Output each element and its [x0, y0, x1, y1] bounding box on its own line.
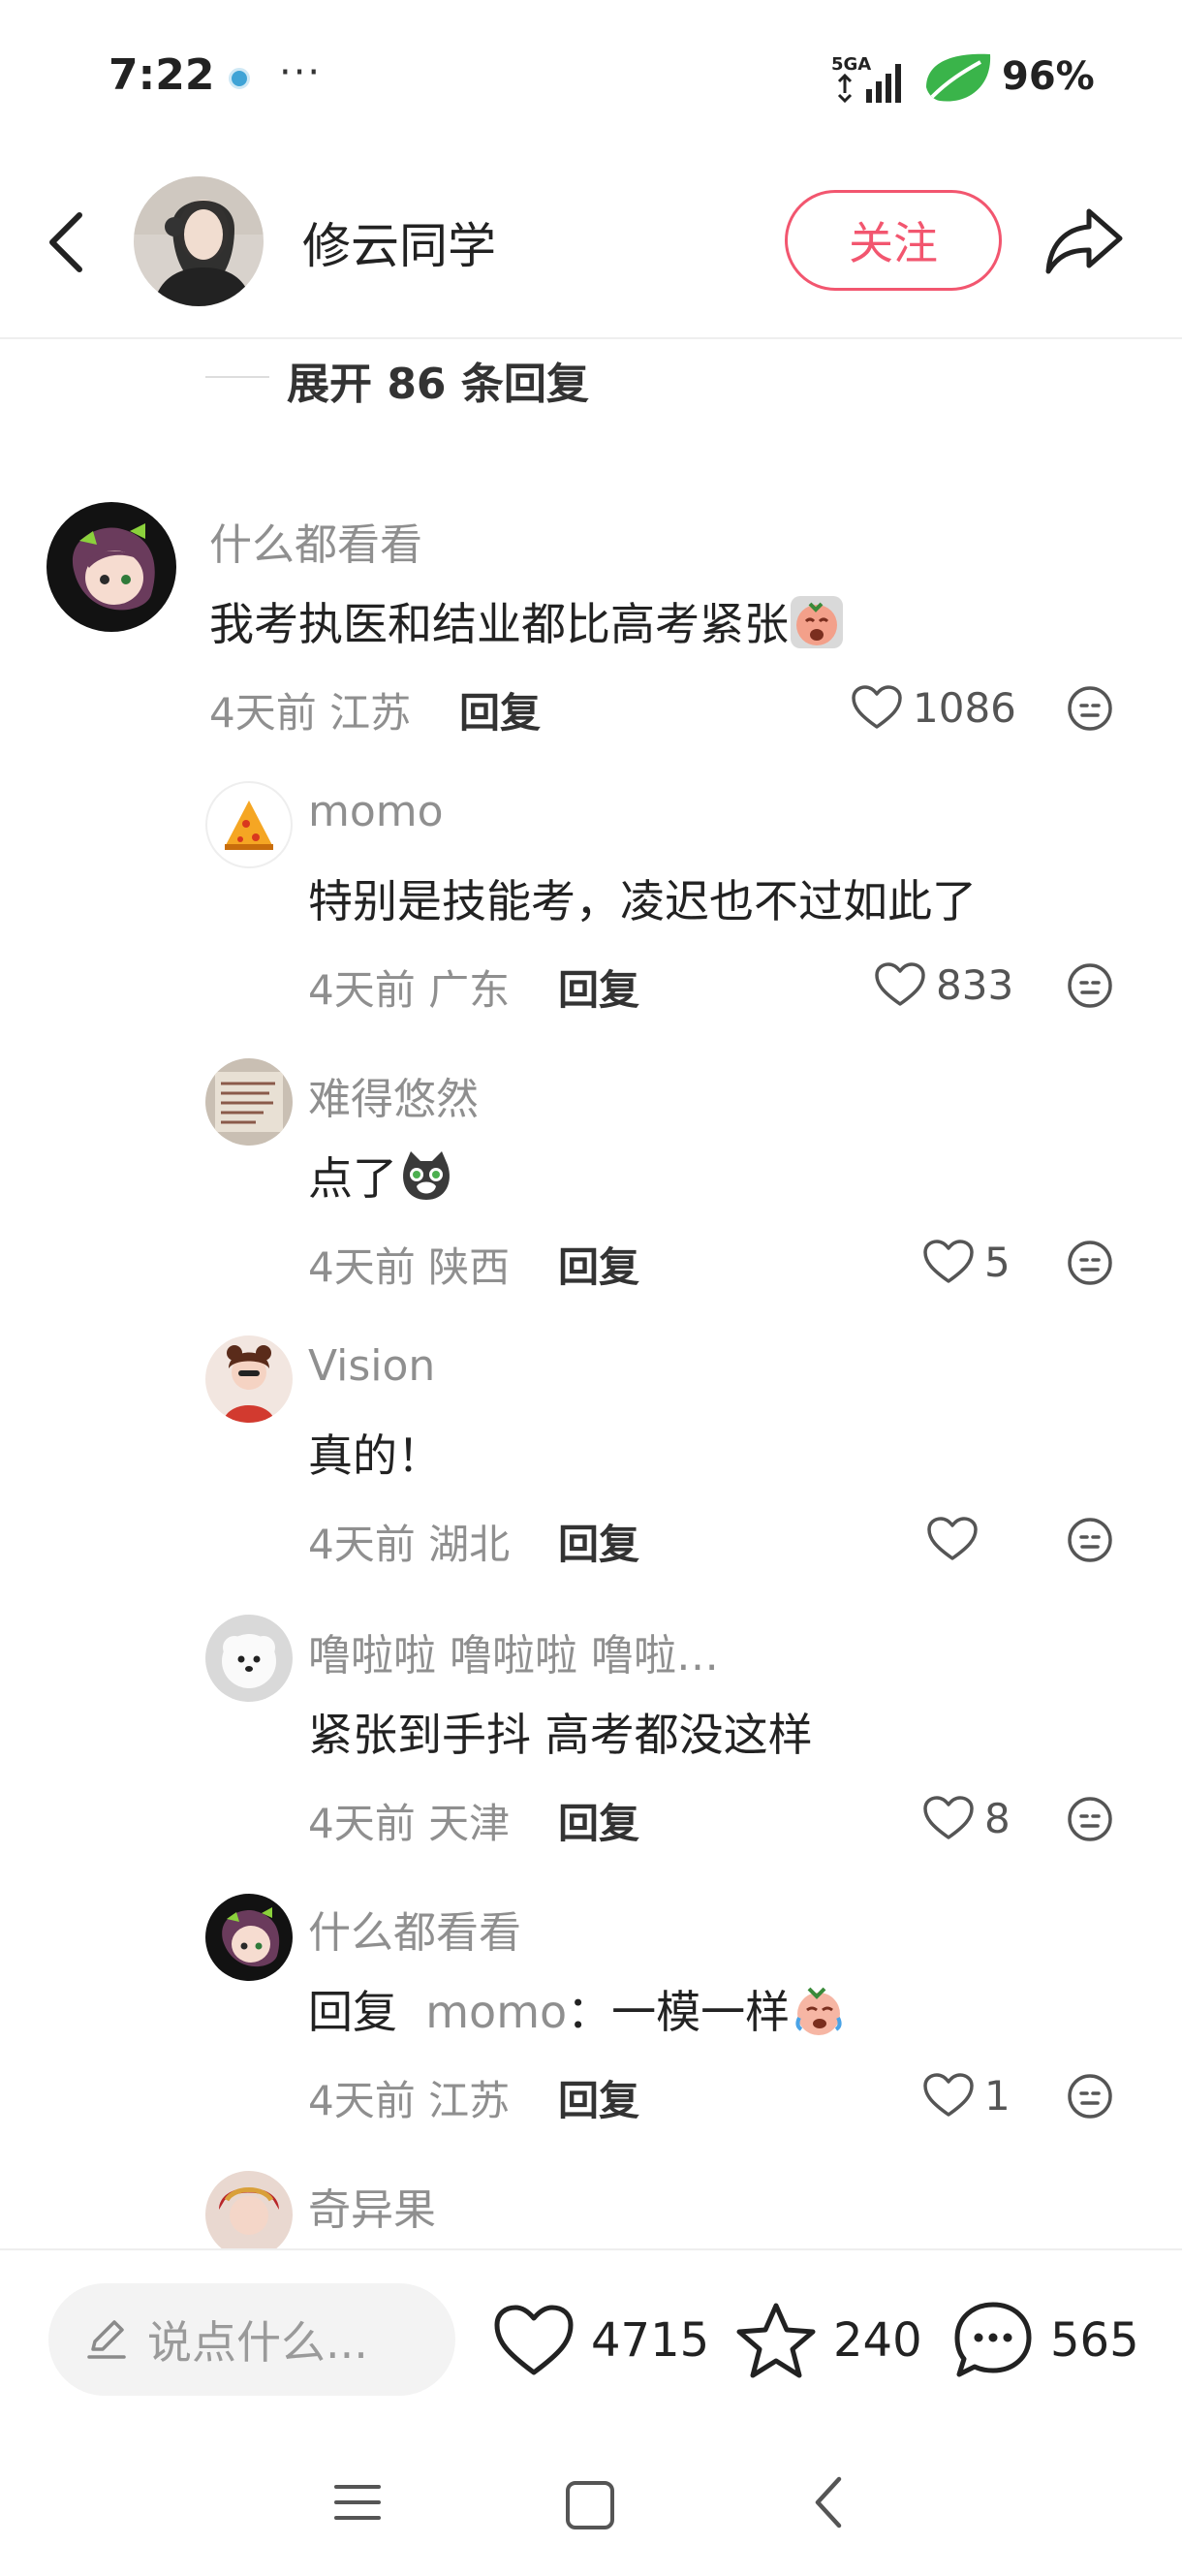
status-time: 7:22	[109, 50, 215, 100]
emoji-face-icon	[1068, 2074, 1112, 2119]
reaction-button[interactable]	[1066, 1795, 1114, 1843]
comment-meta: 4天前 江苏	[308, 2077, 511, 2124]
star-icon	[736, 2303, 816, 2378]
emoji-face-icon	[1068, 1797, 1112, 1841]
battery-leaf-icon	[920, 48, 996, 112]
comment-text: 点了	[308, 1144, 455, 1216]
post-like-button[interactable]: 4715	[492, 2297, 709, 2384]
avatar[interactable]	[205, 1615, 293, 1702]
reaction-button[interactable]	[1066, 1516, 1114, 1564]
like-count: 8	[984, 1794, 1011, 1842]
nav-recents-button[interactable]	[333, 2481, 382, 2528]
comment-username[interactable]: 奇异果	[308, 2175, 436, 2237]
comment-username[interactable]: Vision	[308, 1341, 435, 1391]
reply-button[interactable]: 回复	[558, 1235, 639, 1294]
comment-text: 紧张到手抖 高考都没这样	[308, 1709, 813, 1761]
comment-text: 真的！	[308, 1429, 442, 1482]
comment-text: 我考执医和结业都比高考紧张	[209, 589, 845, 661]
comment-username[interactable]: 什么都看看	[209, 510, 422, 572]
follow-button[interactable]: 关注	[785, 190, 1002, 291]
heart-icon	[852, 685, 902, 729]
cat-emoji-icon	[397, 1147, 455, 1216]
heart-icon	[875, 962, 925, 1006]
reaction-button[interactable]	[1066, 1239, 1114, 1287]
avatar[interactable]	[205, 2171, 293, 2258]
nav-back-button[interactable]	[810, 2473, 849, 2535]
emoji-face-icon	[1068, 1518, 1112, 1562]
crying-emoji-icon	[789, 594, 845, 661]
post-comment-count: 565	[1050, 2313, 1139, 2368]
comment-bubble-icon	[954, 2302, 1032, 2377]
expand-replies-link[interactable]: 展开 86 条回复	[287, 349, 589, 411]
nav-home-button[interactable]	[564, 2479, 616, 2535]
comment-meta: 4天前 天津	[308, 1800, 511, 1847]
like-count: 1	[984, 2071, 1011, 2120]
reaction-button[interactable]	[1066, 684, 1114, 733]
like-button[interactable]: 5	[922, 1233, 1011, 1291]
heart-icon	[923, 1796, 974, 1839]
like-count: 5	[984, 1238, 1011, 1286]
chevron-left-icon	[49, 212, 82, 272]
like-button[interactable]: 1086	[851, 678, 1016, 737]
emoji-face-icon	[1068, 686, 1112, 731]
like-count: 1086	[913, 683, 1016, 732]
emoji-face-icon	[1068, 963, 1112, 1008]
emoji-face-icon	[1068, 1241, 1112, 1285]
post-like-count: 4715	[591, 2313, 710, 2368]
chevron-left-icon	[815, 2476, 842, 2529]
crying-emoji-icon	[790, 1981, 848, 2050]
comment-input[interactable]: 说点什么...	[48, 2283, 455, 2396]
expand-divider	[205, 376, 269, 378]
post-favorite-count: 240	[833, 2313, 922, 2368]
status-more: ···	[279, 50, 323, 95]
post-comment-button[interactable]: 565	[951, 2297, 1139, 2384]
reply-button[interactable]: 回复	[459, 680, 541, 739]
pencil-icon	[83, 2314, 130, 2365]
reaction-button[interactable]	[1066, 2072, 1114, 2120]
comment-input-placeholder: 说点什么...	[147, 2316, 368, 2369]
comment-text: 特别是技能考，凌迟也不过如此了	[308, 875, 977, 927]
author-avatar[interactable]	[134, 176, 264, 306]
heart-icon	[923, 1240, 974, 1283]
comment-username[interactable]: 难得悠然	[308, 1064, 479, 1126]
avatar[interactable]	[205, 1058, 293, 1146]
signal-icon: 5GA	[831, 52, 909, 110]
comment-meta: 4天前 陕西	[308, 1243, 511, 1291]
author-name[interactable]: 修云同学	[302, 207, 496, 277]
reply-button[interactable]: 回复	[558, 1791, 639, 1850]
reply-button[interactable]: 回复	[558, 2068, 639, 2127]
share-icon	[1045, 208, 1123, 274]
comment-meta: 4天前 江苏	[209, 689, 412, 737]
comment-username[interactable]: momo	[308, 787, 444, 836]
square-icon	[566, 2481, 614, 2529]
reply-button[interactable]: 回复	[558, 1512, 639, 1571]
comment-meta: 4天前 湖北	[308, 1521, 511, 1568]
heart-icon	[494, 2305, 574, 2375]
like-count: 833	[936, 960, 1014, 1009]
like-button[interactable]	[926, 1510, 988, 1568]
notification-dot-icon	[229, 68, 250, 89]
avatar[interactable]	[205, 1894, 293, 1981]
comment-username[interactable]: 噜啦啦 噜啦啦 噜啦…	[308, 1620, 719, 1682]
heart-icon	[927, 1517, 978, 1560]
avatar[interactable]	[205, 1335, 293, 1423]
post-favorite-button[interactable]: 240	[734, 2297, 922, 2384]
network-label: 5GA	[831, 54, 871, 75]
heart-icon	[923, 2073, 974, 2117]
menu-icon	[334, 2485, 381, 2520]
like-button[interactable]: 8	[922, 1789, 1011, 1847]
like-button[interactable]: 833	[874, 956, 1013, 1014]
reaction-button[interactable]	[1066, 961, 1114, 1010]
back-button[interactable]	[39, 204, 97, 281]
avatar[interactable]	[205, 781, 293, 868]
comment-meta: 4天前 广东	[308, 966, 511, 1014]
comment-username[interactable]: 什么都看看	[308, 1898, 521, 1960]
like-button[interactable]: 1	[922, 2066, 1011, 2124]
reply-button[interactable]: 回复	[558, 958, 639, 1017]
share-button[interactable]	[1042, 202, 1126, 279]
avatar[interactable]	[47, 502, 176, 632]
comment-text: 回复 momo：一模一样	[308, 1977, 848, 2050]
battery-percent: 96%	[1002, 54, 1095, 99]
reply-to-user[interactable]: momo	[425, 1986, 567, 2038]
